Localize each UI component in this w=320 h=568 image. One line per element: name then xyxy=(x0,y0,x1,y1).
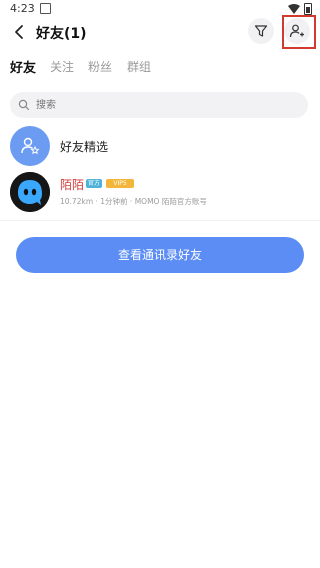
vip-badge: VIP5 xyxy=(106,179,134,188)
list-item-friend[interactable]: 陌陌 官方 VIP5 10.72km · 1分钟前 · MOMO 陌陌官方账号 xyxy=(0,170,320,214)
tab-groups[interactable]: 群组 xyxy=(127,58,151,75)
list-item-featured-friends[interactable]: 好友精选 xyxy=(0,124,320,168)
friend-subtitle: 10.72km · 1分钟前 · MOMO 陌陌官方账号 xyxy=(60,197,207,206)
status-bar: 4:23 xyxy=(0,0,320,16)
search-bar[interactable] xyxy=(10,92,308,118)
momo-logo-icon xyxy=(10,172,50,212)
battery-icon xyxy=(304,3,312,15)
official-badge: 官方 xyxy=(86,179,103,188)
status-time: 4:23 xyxy=(10,2,35,15)
featured-friends-label: 好友精选 xyxy=(60,140,109,154)
avatar xyxy=(10,172,50,212)
tab-friends[interactable]: 好友 xyxy=(10,57,36,76)
tab-bar: 好友 关注 粉丝 群组 xyxy=(0,56,320,78)
notification-icon xyxy=(40,3,51,14)
search-icon xyxy=(18,99,30,111)
header: 好友(1) xyxy=(0,15,320,50)
wifi-icon xyxy=(288,4,300,14)
highlight-box xyxy=(282,15,316,49)
page-title: 好友(1) xyxy=(36,26,87,42)
featured-friends-avatar xyxy=(10,126,50,166)
back-arrow-icon[interactable] xyxy=(10,22,30,42)
user-star-icon xyxy=(21,137,40,155)
view-contacts-button[interactable]: 查看通讯录好友 xyxy=(16,237,304,273)
friend-name: 陌陌 xyxy=(60,178,85,192)
tab-following[interactable]: 关注 xyxy=(50,58,74,75)
divider xyxy=(0,220,320,221)
filter-icon xyxy=(254,25,268,37)
tab-fans[interactable]: 粉丝 xyxy=(88,58,112,75)
filter-button[interactable] xyxy=(248,18,274,44)
search-input[interactable] xyxy=(36,96,296,114)
